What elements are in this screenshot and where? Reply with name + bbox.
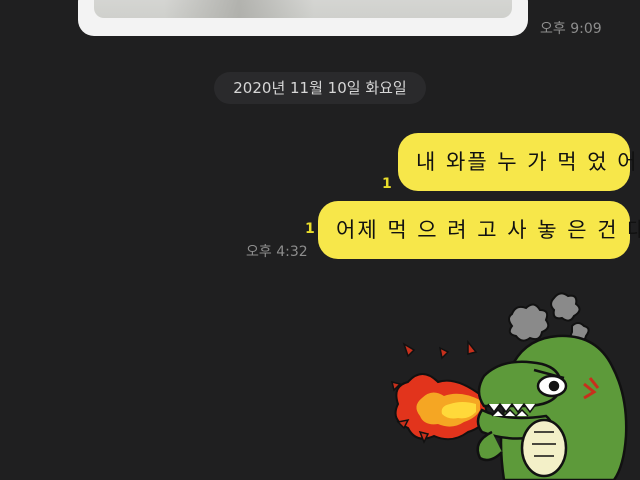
photo-timestamp: 오후 9:09 bbox=[540, 21, 602, 37]
smoke-icon bbox=[508, 292, 590, 343]
photo-thumbnail[interactable] bbox=[94, 0, 512, 18]
message-bubble[interactable]: 내 와플 누 가 먹 었 어 bbox=[398, 133, 637, 191]
read-count: 1 bbox=[305, 221, 315, 237]
date-divider: 2020년 11월 10일 화요일 bbox=[214, 72, 426, 104]
dinosaur bbox=[476, 334, 628, 480]
message-timestamp: 오후 4:32 bbox=[246, 244, 308, 260]
fire-breath bbox=[390, 339, 490, 444]
photo-shadow bbox=[164, 0, 314, 18]
angry-dinosaur-sticker[interactable] bbox=[384, 292, 640, 480]
message-bubble[interactable]: 어제 먹 으 려 고 사 놓 은 건 대 bbox=[318, 201, 640, 259]
photo-message-card[interactable] bbox=[78, 0, 528, 36]
read-count: 1 bbox=[382, 176, 392, 192]
